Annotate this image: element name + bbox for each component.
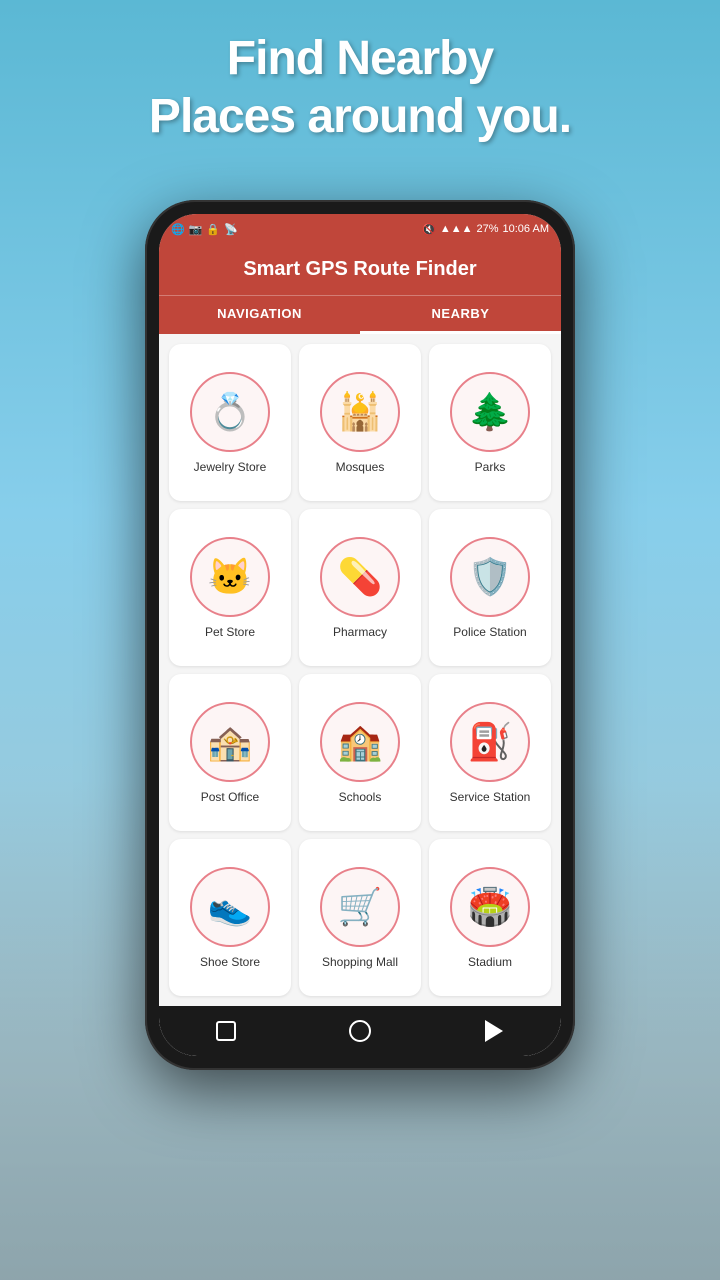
square-icon	[216, 1021, 236, 1041]
grid-item-pet-store[interactable]: 🐱 Pet Store	[169, 509, 291, 666]
parks-label: Parks	[475, 460, 506, 476]
tab-navigation[interactable]: NAVIGATION	[159, 296, 360, 334]
grid-item-parks[interactable]: 🌲 Parks	[429, 344, 551, 501]
pet-store-icon: 🐱	[190, 537, 270, 617]
mosques-icon: 🕌	[320, 372, 400, 452]
shopping-mall-icon: 🛒	[320, 867, 400, 947]
police-station-icon: 🛡️	[450, 537, 530, 617]
service-station-label: Service Station	[450, 790, 531, 806]
grid-item-mosques[interactable]: 🕌 Mosques	[299, 344, 421, 501]
grid-item-pharmacy[interactable]: 💊 Pharmacy	[299, 509, 421, 666]
status-info: 🔇 ▲▲▲ 27% 10:06 AM	[422, 223, 549, 236]
lock-icon: 🔒	[206, 223, 220, 236]
places-grid: 💍 Jewelry Store 🕌 Mosques 🌲 Parks 🐱 Pet Store 💊 P…	[159, 334, 561, 1006]
cast-icon: 📡	[224, 223, 238, 236]
bottom-navigation	[159, 1006, 561, 1056]
phone-screen: 🌐 📷 🔒 📡 🔇 ▲▲▲ 27% 10:06 AM Smart GPS Rou…	[159, 214, 561, 1056]
grid-item-service-station[interactable]: ⛽ Service Station	[429, 674, 551, 831]
post-office-label: Post Office	[201, 790, 259, 806]
recents-button[interactable]	[480, 1017, 508, 1045]
grid-item-stadium[interactable]: 🏟️ Stadium	[429, 839, 551, 996]
post-office-icon: 🏤	[190, 702, 270, 782]
mosques-label: Mosques	[336, 460, 385, 476]
circle-icon	[349, 1020, 371, 1042]
stadium-label: Stadium	[468, 955, 512, 971]
police-station-label: Police Station	[453, 625, 526, 641]
grid-item-post-office[interactable]: 🏤 Post Office	[169, 674, 291, 831]
grid-item-jewelry-store[interactable]: 💍 Jewelry Store	[169, 344, 291, 501]
pharmacy-label: Pharmacy	[333, 625, 387, 641]
grid-item-police-station[interactable]: 🛡️ Police Station	[429, 509, 551, 666]
service-station-icon: ⛽	[450, 702, 530, 782]
app-title: Smart GPS Route Finder	[159, 258, 561, 281]
shopping-mall-label: Shopping Mall	[322, 955, 398, 971]
parks-icon: 🌲	[450, 372, 530, 452]
headline: Find Nearby Places around you.	[0, 30, 720, 145]
tab-nearby[interactable]: NEARBY	[360, 296, 561, 334]
status-icons: 🌐 📷 🔒 📡	[171, 223, 238, 236]
gps-icon: 🌐	[171, 223, 185, 236]
current-time: 10:06 AM	[503, 223, 549, 235]
screenshot-icon: 📷	[189, 223, 203, 236]
shoe-store-icon: 👟	[190, 867, 270, 947]
schools-icon: 🏫	[320, 702, 400, 782]
jewelry-store-icon: 💍	[190, 372, 270, 452]
mute-icon: 🔇	[422, 223, 436, 236]
stadium-icon: 🏟️	[450, 867, 530, 947]
grid-item-shopping-mall[interactable]: 🛒 Shopping Mall	[299, 839, 421, 996]
back-button[interactable]	[212, 1017, 240, 1045]
phone-mockup: 🌐 📷 🔒 📡 🔇 ▲▲▲ 27% 10:06 AM Smart GPS Rou…	[145, 200, 575, 1070]
grid-item-schools[interactable]: 🏫 Schools	[299, 674, 421, 831]
play-icon	[485, 1020, 503, 1042]
battery-level: 27%	[476, 223, 498, 235]
schools-label: Schools	[339, 790, 382, 806]
jewelry-store-label: Jewelry Store	[194, 460, 267, 476]
grid-item-shoe-store[interactable]: 👟 Shoe Store	[169, 839, 291, 996]
status-bar: 🌐 📷 🔒 📡 🔇 ▲▲▲ 27% 10:06 AM	[159, 214, 561, 244]
shoe-store-label: Shoe Store	[200, 955, 260, 971]
signal-strength: ▲▲▲	[440, 223, 473, 235]
phone-outer: 🌐 📷 🔒 📡 🔇 ▲▲▲ 27% 10:06 AM Smart GPS Rou…	[145, 200, 575, 1070]
pharmacy-icon: 💊	[320, 537, 400, 617]
app-header: Smart GPS Route Finder NAVIGATION NEARBY	[159, 244, 561, 334]
tab-bar: NAVIGATION NEARBY	[159, 295, 561, 334]
home-button[interactable]	[346, 1017, 374, 1045]
pet-store-label: Pet Store	[205, 625, 255, 641]
